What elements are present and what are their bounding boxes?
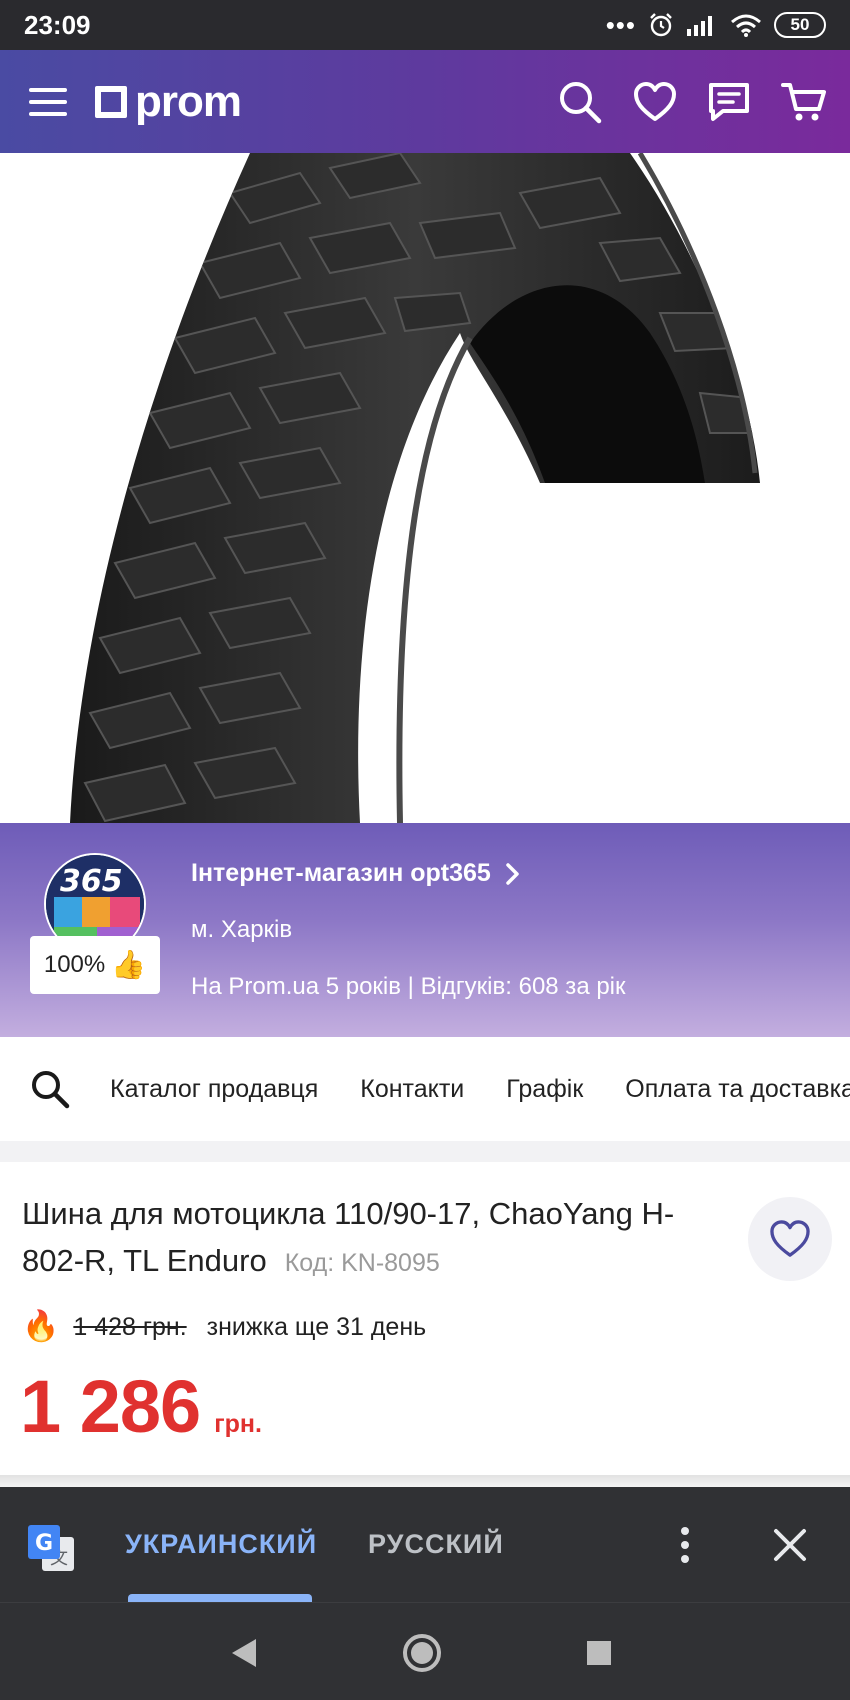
status-time: 23:09 (24, 9, 91, 40)
seller-nav-contacts[interactable]: Контакти (360, 1075, 464, 1104)
translate-bar: 文 G УКРАИНСКИЙ РУССКИЙ (0, 1487, 850, 1602)
product-image[interactable] (0, 153, 850, 823)
seller-stats: На Prom.ua 5 років | Відгуків: 608 за рі… (191, 973, 626, 1000)
lang-russian-tab[interactable]: РУССКИЙ (368, 1529, 504, 1560)
active-tab-indicator (128, 1594, 312, 1602)
app-header: prom (0, 50, 850, 153)
seller-nav: Каталог продавця Контакти Графік Оплата … (0, 1037, 850, 1141)
status-bar: 23:09 ••• 50 (0, 0, 850, 50)
wifi-icon (731, 14, 761, 37)
seller-logo-text: 365 (60, 864, 123, 899)
seller-banner[interactable]: 365 100% 👍 Інтернет-магазин opt365 м. Ха… (0, 823, 850, 1037)
seller-name-link[interactable]: Інтернет-магазин opt365 (191, 859, 521, 888)
price-separator (0, 1475, 850, 1487)
old-price-row: 🔥 1 428 грн. знижка ще 31 день (22, 1312, 426, 1342)
seller-nav-catalog[interactable]: Каталог продавця (110, 1075, 318, 1104)
section-divider (0, 1141, 850, 1162)
close-icon[interactable] (770, 1525, 810, 1565)
seller-name: Інтернет-магазин opt365 (191, 859, 491, 887)
alarm-icon (650, 13, 672, 37)
fire-icon: 🔥 (22, 1310, 60, 1343)
discount-note: знижка ще 31 день (206, 1312, 427, 1341)
lang-ukrainian-tab[interactable]: УКРАИНСКИЙ (125, 1529, 317, 1560)
screen: 23:09 ••• 50 prom 365 100% 👍 Інтернет-ма… (0, 0, 850, 1700)
product-title-block: Шина для мотоцикла 110/90-17, ChaoYang H… (22, 1190, 712, 1287)
thumbs-up-icon: 👍 (111, 949, 147, 980)
add-to-favorites-button[interactable] (748, 1197, 832, 1281)
seller-city: м. Харків (191, 916, 293, 943)
battery-icon: 50 (774, 12, 826, 38)
price-row: 1 286 грн. (20, 1370, 262, 1444)
menu-icon[interactable] (24, 78, 72, 126)
rating-value: 100% (43, 951, 106, 978)
product-code: Код: KN-8095 (284, 1249, 440, 1277)
prom-logo-mark (95, 85, 127, 118)
rating-badge: 100% 👍 (30, 936, 160, 994)
price-currency: грн. (214, 1410, 262, 1438)
signal-icon (687, 16, 712, 36)
more-notifications-icon: ••• (605, 10, 636, 40)
seller-nav-payment-delivery[interactable]: Оплата та доставка (625, 1075, 850, 1104)
home-icon[interactable] (400, 1631, 444, 1675)
cart-icon[interactable] (780, 78, 828, 126)
google-translate-icon[interactable]: 文 G (26, 1523, 76, 1573)
old-price: 1 428 грн. (73, 1312, 187, 1341)
status-icons: ••• 50 (606, 12, 826, 38)
heart-outline-icon (770, 1220, 810, 1257)
prom-logo[interactable]: prom (95, 76, 242, 126)
motorcycle-tire-image (0, 153, 850, 823)
seller-nav-schedule[interactable]: Графік (506, 1075, 583, 1104)
price-value: 1 286 (20, 1365, 201, 1448)
system-nav-bar (0, 1602, 850, 1700)
chevron-right-icon (506, 862, 519, 885)
back-icon[interactable] (222, 1631, 266, 1675)
more-vert-icon[interactable] (666, 1525, 704, 1565)
search-icon[interactable] (556, 78, 604, 126)
heart-icon[interactable] (631, 78, 679, 126)
chat-icon[interactable] (705, 78, 753, 126)
seller-search-icon[interactable] (30, 1069, 70, 1109)
svg-text:G: G (35, 1531, 53, 1556)
recents-icon[interactable] (577, 1631, 621, 1675)
prom-logo-text: prom (135, 76, 242, 126)
